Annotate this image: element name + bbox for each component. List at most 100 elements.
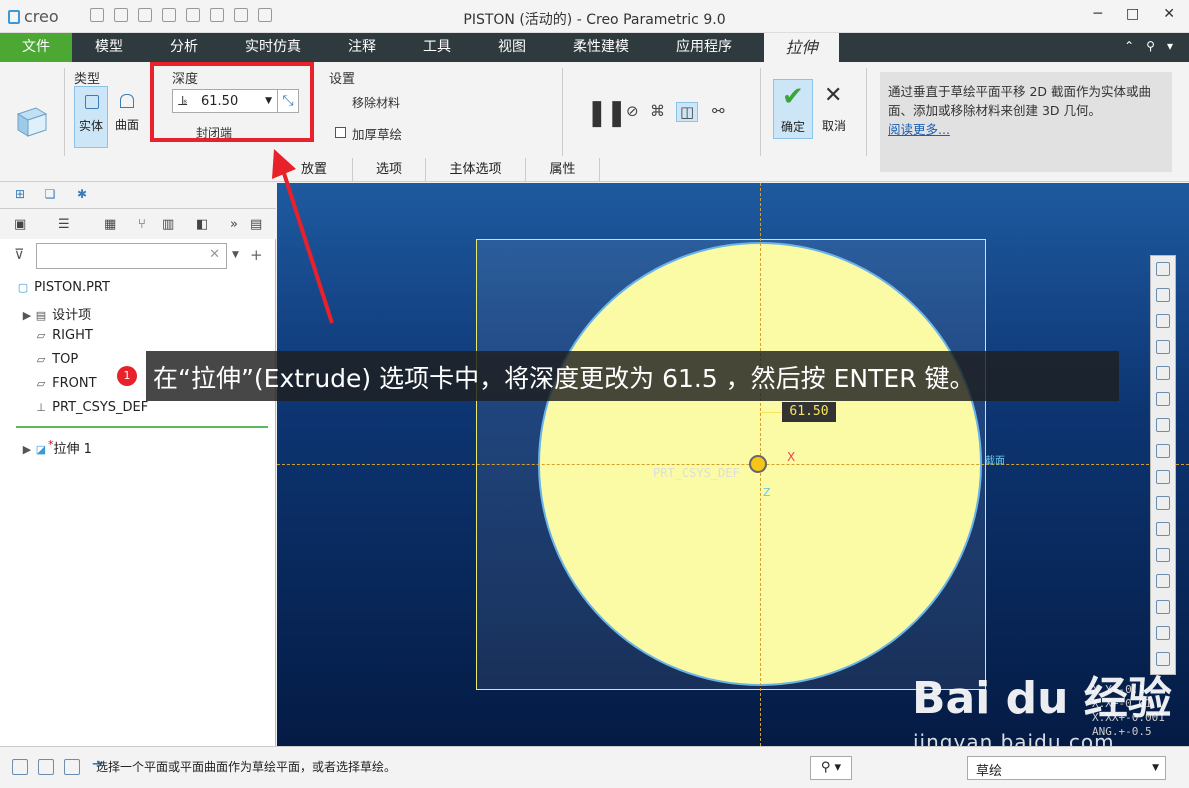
cancel-button[interactable]: ✕ 取消 [816, 79, 852, 139]
subtab-properties[interactable]: 属性 [526, 158, 600, 182]
thicken-sketch-label: 加厚草绘 [352, 127, 403, 142]
display-style-icon[interactable] [1156, 366, 1170, 380]
refit-icon[interactable] [1156, 262, 1170, 276]
find-button[interactable]: ⚲ ▾ [810, 756, 852, 780]
verify-glasses-icon[interactable]: ⚯ [712, 102, 725, 120]
full-screen-icon[interactable] [64, 759, 80, 775]
callout-text: 在“拉伸”(Extrude) 选项卡中，将深度更改为 61.5 ，然后按 ENT… [153, 364, 975, 393]
perspective-icon[interactable] [1156, 444, 1170, 458]
maximize-button[interactable]: □ [1126, 6, 1139, 22]
tree-item-csys[interactable]: ⊥ PRT_CSYS_DEF [34, 400, 148, 415]
list-view-icon[interactable]: ☰ [58, 217, 70, 232]
help-panel: 通过垂直于草绘平面平移 2D 截面作为实体或曲面、添加或移除材料来创建 3D 几… [880, 72, 1172, 172]
tab-file[interactable]: 文件 [0, 33, 72, 62]
expand-arrow-icon[interactable]: ▶ [20, 443, 34, 456]
depth-dimension-tag[interactable]: 61.50 [782, 402, 836, 422]
surface-button[interactable]: 曲面 [110, 86, 144, 148]
repaint-icon[interactable] [1156, 340, 1170, 354]
flip-direction-button[interactable]: ⤡ [277, 89, 299, 113]
spin-center-icon[interactable] [1156, 522, 1170, 536]
show-icon[interactable]: ▦ [104, 217, 116, 232]
saved-orientations-icon[interactable] [1156, 392, 1170, 406]
tab-model[interactable]: 模型 [80, 33, 138, 62]
clear-icon[interactable]: ✕ [209, 247, 220, 262]
tab-view[interactable]: 视图 [486, 33, 538, 62]
dimension-display-icon[interactable] [1156, 574, 1170, 588]
blind-depth-icon[interactable]: ⫡ [178, 93, 187, 109]
z-axis-label: Z [763, 486, 771, 499]
read-more-link[interactable]: 阅读更多... [888, 122, 950, 137]
zoom-in-icon[interactable] [1156, 288, 1170, 302]
navigator-tabs: ⊞ ❏ ✱ [0, 183, 276, 209]
ribbon-separator [562, 68, 563, 156]
part-icon[interactable]: ▣ [14, 217, 26, 232]
sketch-orient-icon[interactable] [1156, 548, 1170, 562]
add-icon[interactable]: + [250, 246, 263, 264]
columns-icon[interactable]: ▥ [162, 217, 174, 232]
annotation-arrow [272, 149, 334, 324]
tab-analysis[interactable]: 分析 [158, 33, 210, 62]
tab-extrude[interactable]: 拉伸 [764, 33, 839, 62]
subtab-options[interactable]: 选项 [353, 158, 426, 182]
datum-display-icon[interactable] [1156, 470, 1170, 484]
model-tree-tab-icon[interactable]: ⊞ [12, 187, 28, 203]
model-tree-toolbar: ▣ ☰ ▦ ⑂ ▥ ◧ » ▤ [0, 209, 276, 239]
constraints-icon[interactable] [1156, 600, 1170, 614]
collapse-ribbon-icon[interactable]: ⌃ [1124, 39, 1134, 53]
solid-button[interactable]: 实体 [74, 86, 108, 148]
thicken-sketch-checkbox[interactable] [335, 127, 346, 138]
remove-material-option[interactable]: 移除材料 [352, 94, 400, 111]
tree-item-right[interactable]: ▱ RIGHT [34, 328, 93, 343]
pause-display-icon[interactable] [1156, 626, 1170, 640]
chevron-down-icon[interactable]: ▼ [265, 96, 272, 106]
close-button[interactable]: ✕ [1163, 6, 1175, 22]
view-toolbar [1150, 255, 1176, 675]
tree-item-front[interactable]: ▱ FRONT [34, 376, 97, 391]
tab-flexible-modeling[interactable]: 柔性建模 [560, 33, 642, 62]
no-preview-icon[interactable]: ⊘ [626, 102, 639, 120]
notes-icon[interactable]: ▤ [250, 217, 262, 232]
tab-annotate[interactable]: 注释 [336, 33, 388, 62]
more-icon[interactable]: » [230, 217, 238, 232]
help-icon[interactable]: ▾ [1167, 39, 1173, 53]
subtab-body-options[interactable]: 主体选项 [426, 158, 526, 182]
chevron-down-icon[interactable]: ▼ [1152, 763, 1159, 773]
feature-preview-icon[interactable]: ◫ [676, 102, 699, 122]
tree-root[interactable]: ▢ PISTON.PRT [16, 280, 110, 295]
folder-browser-tab-icon[interactable]: ❏ [42, 187, 58, 203]
preview-geometry-icon[interactable]: ⌘ [650, 102, 665, 120]
minimize-button[interactable]: ─ [1094, 6, 1102, 22]
zoom-out-icon[interactable] [1156, 314, 1170, 328]
tree-item-extrude[interactable]: ▶ ◪ *拉伸 1 [20, 438, 92, 457]
depth-input[interactable]: ⫡ 61.50 ▼ [172, 89, 278, 113]
view-manager-icon[interactable] [1156, 418, 1170, 432]
tree-item-design-items[interactable]: ▶ ▤ 设计项 [20, 304, 91, 323]
tab-tools[interactable]: 工具 [411, 33, 463, 62]
depth-value[interactable]: 61.50 [201, 94, 238, 109]
tree-filter-icon[interactable]: ⑂ [138, 217, 146, 232]
tree-settings-icon[interactable]: ◧ [196, 217, 208, 232]
selection-filter[interactable]: 草绘 ▼ [967, 756, 1166, 780]
expand-arrow-icon[interactable]: ▶ [20, 309, 34, 322]
insert-indicator-line[interactable] [16, 426, 268, 428]
tab-simulation[interactable]: 实时仿真 [232, 33, 314, 62]
tree-item-top[interactable]: ▱ TOP [34, 352, 78, 367]
tree-search-input[interactable]: ✕ [36, 243, 227, 269]
search-icon[interactable]: ⚲ [1146, 39, 1155, 53]
design-items-icon: ▤ [35, 309, 47, 322]
close-ends-option[interactable]: 封闭端 [196, 124, 232, 141]
favorites-tab-icon[interactable]: ✱ [74, 187, 90, 203]
window-controls: ─ □ ✕ [1094, 6, 1175, 22]
solid-icon [85, 95, 99, 109]
chevron-down-icon[interactable]: ▼ [232, 250, 239, 260]
annotation-display-icon[interactable] [1156, 496, 1170, 510]
checkmark-icon: ✔ [782, 82, 804, 112]
window-title: PISTON (活动的) - Creo Parametric 9.0 [463, 12, 726, 28]
ok-button[interactable]: ✔ 确定 [773, 79, 813, 139]
extrude-feature-icon: ◪ [35, 443, 47, 456]
browser-icon[interactable] [38, 759, 54, 775]
tab-applications[interactable]: 应用程序 [663, 33, 745, 62]
toggle-navigator-icon[interactable] [12, 759, 28, 775]
pause-icon[interactable]: ❚❚ [586, 98, 628, 128]
surface-icon [120, 94, 134, 108]
